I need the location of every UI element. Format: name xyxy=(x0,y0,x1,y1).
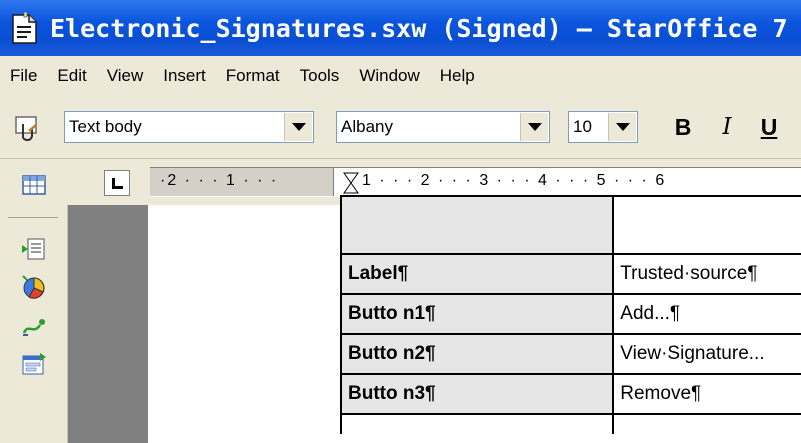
title-bar[interactable]: Electronic_Signatures.sxw (Signed) – Sta… xyxy=(0,0,801,56)
ruler-left-margin: ·2 · · · 1 · · · xyxy=(150,168,334,196)
toolbar-separator xyxy=(8,217,58,218)
menu-tools[interactable]: Tools xyxy=(290,56,350,96)
table-cell-label[interactable]: Label¶ xyxy=(339,253,615,295)
table-cell[interactable] xyxy=(339,413,615,434)
horizontal-ruler[interactable]: ·2 · · · 1 · · · 1 · · · 2 · · · 3 · · ·… xyxy=(150,167,801,197)
italic-button[interactable]: I xyxy=(712,110,742,144)
main-toolbar xyxy=(0,205,68,443)
formatting-toolbar: Text body Albany 10 B I U xyxy=(0,96,801,159)
menu-bar: File Edit View Insert Format Tools Windo… xyxy=(0,56,801,96)
table-row: Butto n1¶ Add...¶ xyxy=(339,293,801,335)
table-cell[interactable] xyxy=(612,413,801,434)
ruler-right-scale: 1 · · · 2 · · · 3 · · · 4 · · · 5 · · · … xyxy=(362,172,667,189)
menu-edit[interactable]: Edit xyxy=(47,56,96,96)
tab-type-selector[interactable] xyxy=(104,170,130,196)
table-cell-value[interactable]: Trusted·source¶ xyxy=(612,253,801,295)
table-cell[interactable] xyxy=(612,195,801,255)
menu-window[interactable]: Window xyxy=(349,56,429,96)
font-size-value: 10 xyxy=(573,117,592,136)
table-cell-value[interactable]: View·Signature... xyxy=(612,333,801,375)
table-row xyxy=(339,195,801,255)
menu-format[interactable]: Format xyxy=(216,56,290,96)
ruler-left-scale: ·2 · · · 1 · · · xyxy=(160,172,279,189)
table-cell-label[interactable]: Butto n2¶ xyxy=(339,333,615,375)
underline-button[interactable]: U xyxy=(754,110,784,144)
table-cell-value[interactable]: Remove¶ xyxy=(612,373,801,415)
menu-view[interactable]: View xyxy=(97,56,154,96)
chevron-down-icon[interactable] xyxy=(284,113,312,141)
table-cell[interactable] xyxy=(339,195,615,255)
document-table[interactable]: Label¶ Trusted·source¶ Butto n1¶ Add...¶… xyxy=(339,195,801,434)
table-row xyxy=(339,413,801,434)
draw-functions-icon[interactable] xyxy=(20,313,48,341)
table-cell-label[interactable]: Butto n3¶ xyxy=(339,373,615,415)
form-icon[interactable] xyxy=(20,351,48,379)
font-name-value: Albany xyxy=(341,117,393,136)
paragraph-style-combo[interactable]: Text body xyxy=(64,111,314,143)
font-size-combo[interactable]: 10 xyxy=(568,111,638,143)
insert-icon[interactable] xyxy=(20,235,48,263)
chevron-down-icon[interactable] xyxy=(520,113,548,141)
table-row: Butto n3¶ Remove¶ xyxy=(339,373,801,415)
font-name-combo[interactable]: Albany xyxy=(336,111,550,143)
bold-button[interactable]: B xyxy=(668,110,698,144)
indent-marker-icon[interactable] xyxy=(343,172,359,194)
table-icon[interactable] xyxy=(20,171,48,199)
table-row: Label¶ Trusted·source¶ xyxy=(339,253,801,295)
chevron-down-icon[interactable] xyxy=(608,113,636,141)
window-title: Electronic_Signatures.sxw (Signed) – Sta… xyxy=(50,13,788,43)
table-cell-value[interactable]: Add...¶ xyxy=(612,293,801,335)
menu-file[interactable]: File xyxy=(0,56,47,96)
menu-insert[interactable]: Insert xyxy=(153,56,216,96)
menu-help[interactable]: Help xyxy=(430,56,485,96)
chart-icon[interactable] xyxy=(20,273,48,301)
table-row: Butto n2¶ View·Signature... xyxy=(339,333,801,375)
table-cell-label[interactable]: Butto n1¶ xyxy=(339,293,615,335)
stylist-icon[interactable] xyxy=(14,114,44,142)
staroffice-document-icon[interactable] xyxy=(10,11,40,45)
paragraph-style-value: Text body xyxy=(69,117,142,136)
